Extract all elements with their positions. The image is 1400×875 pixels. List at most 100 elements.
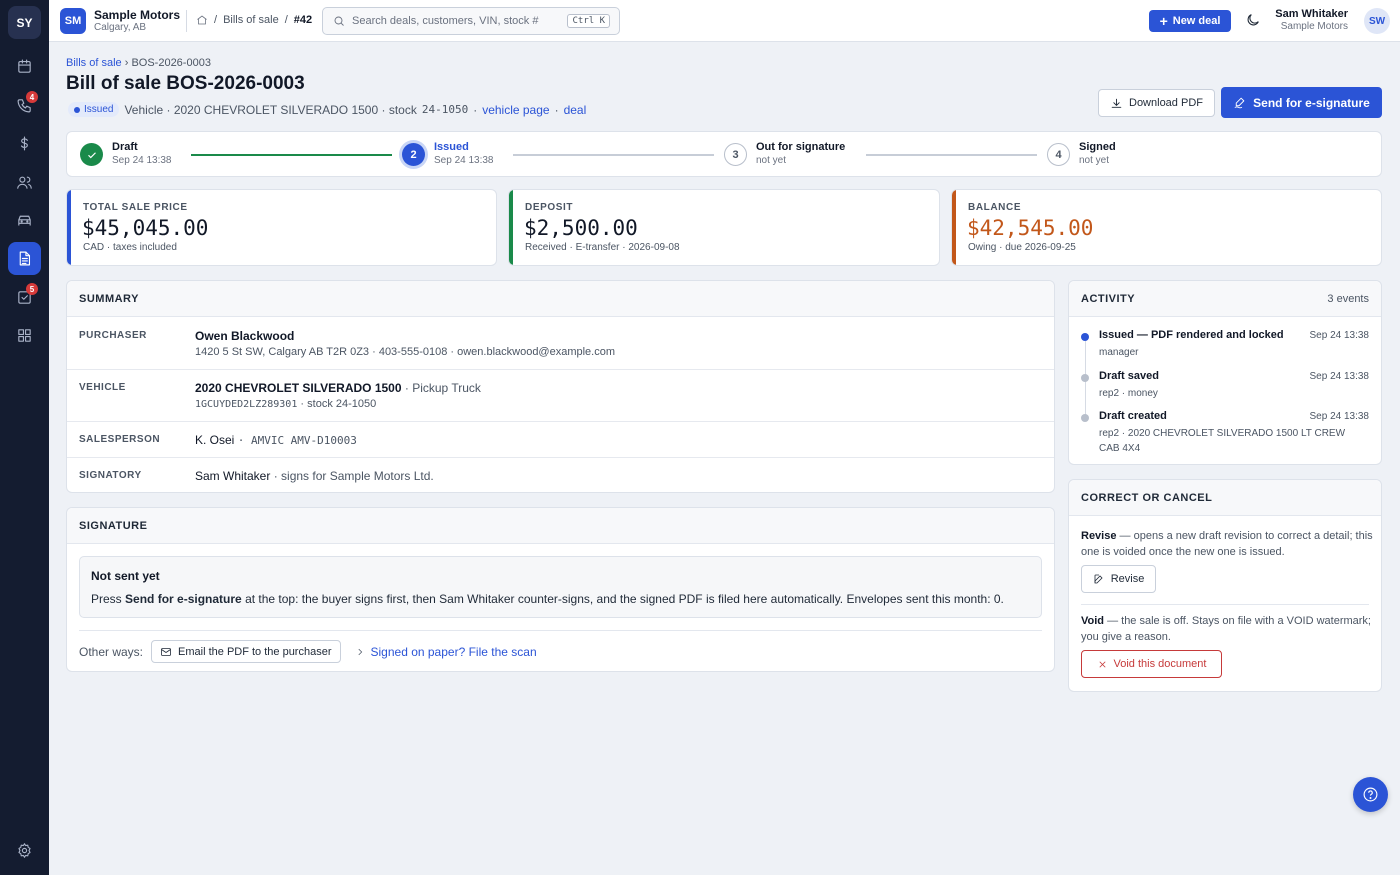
- user-org: Sample Motors: [1280, 21, 1348, 32]
- file-scan-link[interactable]: Signed on paper? File the scan: [355, 645, 537, 659]
- void-strong: Void: [1081, 615, 1105, 627]
- salesperson-line: K. Osei · AMVIC AMV-D10003: [195, 433, 357, 447]
- download-pdf-button[interactable]: Download PDF: [1098, 89, 1215, 117]
- signature-notice: Not sent yet Press Send for e-signature …: [79, 556, 1042, 618]
- notice-body: Press Send for e-signature at the top: t…: [91, 592, 1004, 606]
- sidebar-item-inventory[interactable]: [8, 204, 41, 237]
- vehicle-row: VEHICLE 2020 CHEVROLET SILVERADO 1500 · …: [67, 369, 1054, 421]
- vehicle-type: · Pickup Truck: [404, 381, 481, 395]
- step-signed-circle: 4: [1047, 143, 1070, 166]
- sidebar: SY 4 5: [0, 0, 49, 875]
- event-title: Draft created: [1099, 410, 1167, 422]
- purchaser-detail: 1420 5 St SW, Calgary AB T2R 0Z3 · 403-5…: [195, 346, 616, 358]
- search-input[interactable]: [352, 15, 562, 27]
- event-time: Sep 24 13:38: [1309, 411, 1370, 422]
- home-icon[interactable]: [196, 14, 208, 26]
- step-connector: [866, 154, 1037, 156]
- meta-separator: ·: [473, 102, 478, 117]
- sidebar-item-tasks[interactable]: 5: [8, 281, 41, 314]
- salesperson-license: · AMVIC AMV-D10003: [237, 434, 357, 447]
- step-issued-circle: 2: [402, 143, 425, 166]
- theme-toggle[interactable]: [1245, 12, 1263, 30]
- salesperson-key: SALESPERSON: [79, 434, 161, 445]
- vehicle-page-link[interactable]: vehicle page: [482, 103, 549, 117]
- void-document-button[interactable]: Void this document: [1081, 650, 1222, 678]
- purchaser-name: Owen Blackwood: [195, 329, 295, 343]
- new-deal-label: New deal: [1172, 15, 1221, 27]
- other-ways: Other ways: Email the PDF to the purchas…: [79, 640, 537, 663]
- vehicle-line: 2020 CHEVROLET SILVERADO 1500 · Pickup T…: [195, 381, 481, 395]
- vehicle-vin: 1GCUYDED2LZ289301: [195, 399, 298, 410]
- revise-text: — opens a new draft revision to correct …: [1081, 530, 1373, 558]
- send-esignature-button[interactable]: Send for e-signature: [1221, 87, 1382, 118]
- other-ways-label: Other ways:: [79, 644, 144, 659]
- car-icon: [18, 215, 31, 226]
- user-avatar[interactable]: SW: [1364, 8, 1390, 34]
- step-signed-status: not yet: [1079, 155, 1110, 166]
- org-location: Calgary, AB: [94, 22, 147, 33]
- breadcrumb-separator: ›: [124, 57, 129, 69]
- org-avatar[interactable]: SM: [60, 8, 86, 34]
- activity-count: 3 events: [1327, 293, 1369, 305]
- sidebar-item-finance[interactable]: [8, 127, 41, 160]
- total-label: TOTAL SALE PRICE: [83, 202, 188, 213]
- activity-card: ACTIVITY 3 events Issued — PDF rendered …: [1068, 280, 1382, 465]
- sidebar-item-customers[interactable]: [8, 166, 41, 199]
- activity-title: ACTIVITY: [1081, 293, 1136, 305]
- sidebar-item-bills-of-sale[interactable]: [8, 242, 41, 275]
- mail-icon: [161, 647, 171, 656]
- deal-link[interactable]: deal: [564, 103, 587, 117]
- breadcrumb-bills-of-sale[interactable]: Bills of sale: [223, 14, 279, 26]
- step-issued-time: Sep 24 13:38: [434, 155, 494, 166]
- search-icon: [334, 16, 344, 26]
- signature-card: SIGNATURE Not sent yet Press Send for e-…: [66, 507, 1055, 672]
- sidebar-item-calls[interactable]: 4: [8, 89, 41, 122]
- help-button[interactable]: [1353, 777, 1388, 812]
- event-title: Draft saved: [1099, 370, 1159, 382]
- global-search[interactable]: Ctrl K: [322, 7, 620, 35]
- vehicle-key: VEHICLE: [79, 382, 126, 393]
- status-stepper: Draft Sep 24 13:38 2 Issued Sep 24 13:38…: [66, 131, 1382, 177]
- balance-amount: $42,545.00: [967, 216, 1094, 240]
- email-pdf-button[interactable]: Email the PDF to the purchaser: [151, 640, 341, 663]
- signatory-line: Sam Whitaker · signs for Sample Motors L…: [195, 469, 434, 483]
- step-draft-label: Draft: [112, 141, 138, 153]
- accent-bar: [67, 190, 71, 265]
- new-deal-button[interactable]: + New deal: [1149, 10, 1231, 32]
- check-icon: [87, 151, 96, 158]
- chevron-right-icon: [357, 648, 362, 655]
- summary-title: SUMMARY: [79, 293, 139, 305]
- sidebar-item-apps[interactable]: [8, 319, 41, 352]
- breadcrumb-separator: /: [284, 14, 288, 26]
- total-amount: $45,045.00: [82, 216, 209, 240]
- document-icon: [19, 251, 31, 266]
- sidebar-item-calendar[interactable]: [8, 50, 41, 83]
- step-connector: [513, 154, 714, 156]
- step-draft-time: Sep 24 13:38: [112, 155, 172, 166]
- event-sub: manager: [1099, 347, 1139, 358]
- deposit-sub: Received · E-transfer · 2026-09-08: [525, 242, 680, 253]
- settings-icon: [18, 843, 31, 858]
- vehicle-ids: 1GCUYDED2LZ289301 · stock 24-1050: [195, 398, 376, 410]
- file-scan-label: Signed on paper? File the scan: [370, 644, 537, 659]
- send-esignature-label: Send for e-signature: [1253, 95, 1370, 110]
- signatory-name: Sam Whitaker: [195, 469, 271, 483]
- correct-or-cancel-card: CORRECT OR CANCEL Revise — opens a new d…: [1068, 479, 1382, 692]
- meta-separator: ·: [554, 102, 559, 117]
- breadcrumb-current: #42: [293, 14, 313, 26]
- notice-post: at the top: the buyer signs first, then …: [245, 592, 1004, 606]
- correct-title: CORRECT OR CANCEL: [1081, 492, 1213, 504]
- revise-button[interactable]: Revise: [1081, 565, 1156, 593]
- signatory-detail: · signs for Sample Motors Ltd.: [273, 469, 434, 483]
- step-out-for-signature-circle: 3: [724, 143, 747, 166]
- total-sale-price-card: TOTAL SALE PRICE $45,045.00 CAD · taxes …: [66, 189, 497, 266]
- breadcrumb-parent[interactable]: Bills of sale: [66, 57, 122, 69]
- void-label: Void this document: [1113, 658, 1207, 670]
- org-name: Sample Motors: [94, 8, 181, 22]
- event-sub: rep2 · 2020 CHEVROLET SILVERADO 1500 LT …: [1099, 428, 1346, 454]
- sidebar-item-settings[interactable]: [8, 834, 41, 867]
- app-logo[interactable]: SY: [8, 6, 41, 39]
- balance-label: BALANCE: [968, 202, 1022, 213]
- correct-header: CORRECT OR CANCEL: [1069, 480, 1381, 516]
- grid-icon: [18, 329, 31, 342]
